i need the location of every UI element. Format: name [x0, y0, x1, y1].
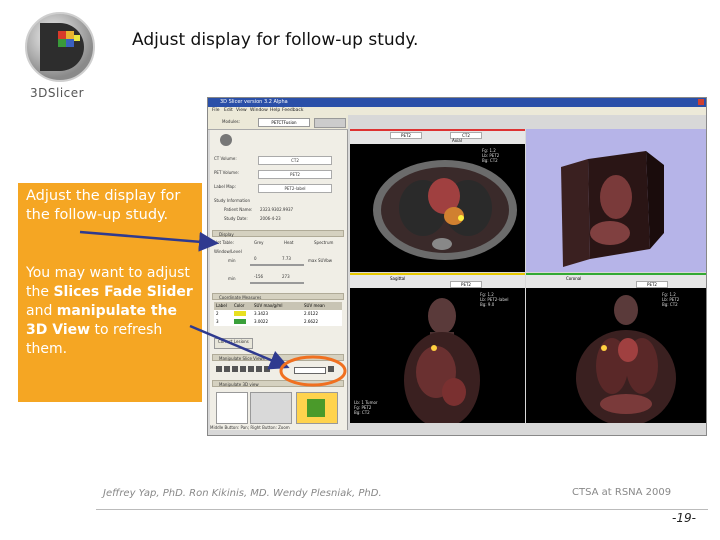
arrow-to-fade-slider [189, 324, 290, 370]
footer-divider [96, 509, 708, 510]
fade-slider-highlight [279, 355, 347, 387]
footer-conference: CTSA at RSNA 2009 [572, 487, 672, 498]
page-number: -19- [672, 511, 696, 525]
footer-authors: Jeffrey Yap, PhD. Ron Kikinis, MD. Wendy… [103, 488, 382, 499]
arrow-to-display-panel [79, 230, 219, 252]
annotation-overlay [79, 230, 347, 387]
